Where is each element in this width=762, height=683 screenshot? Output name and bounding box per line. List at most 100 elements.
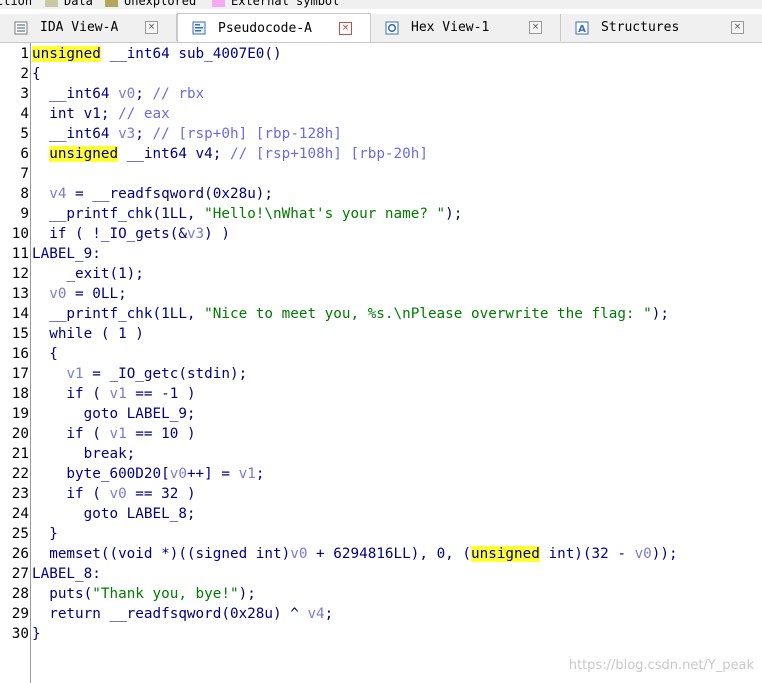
tab-hex-view-1[interactable]: Hex View-1 × — [371, 14, 561, 41]
code-line[interactable]: 8 v4 = __readfsqword(0x28u); — [0, 184, 762, 204]
code-text[interactable]: LABEL_8: — [32, 564, 101, 584]
code-line[interactable]: 21 break; — [0, 444, 762, 464]
comment[interactable]: // [rsp+0h] [rbp-128h] — [153, 126, 342, 142]
code-token[interactable]: if ( — [32, 426, 109, 442]
code-text[interactable]: return __readfsqword(0x28u) ^ v4; — [32, 604, 333, 624]
string-literal[interactable]: "Thank you, bye!" — [92, 586, 238, 602]
code-line[interactable]: 26 memset((void *)((signed int)v0 + 6294… — [0, 544, 762, 564]
code-token[interactable]: if ( !_IO_gets(& — [32, 226, 187, 242]
code-text[interactable]: { — [32, 64, 41, 84]
code-line[interactable]: 27 LABEL_8: — [0, 564, 762, 584]
code-token[interactable]: } — [32, 626, 41, 642]
variable-token[interactable]: v0 — [49, 286, 66, 302]
code-token[interactable]: ; — [325, 606, 334, 622]
code-line[interactable]: 18 if ( v1 == -1 ) — [0, 384, 762, 404]
code-line[interactable]: 29 return __readfsqword(0x28u) ^ v4; — [0, 604, 762, 624]
variable-token[interactable]: v1 — [109, 426, 126, 442]
code-text[interactable]: unsigned __int64 v4; // [rsp+108h] [rbp-… — [32, 144, 428, 164]
code-token[interactable]: memset((void *)((signed int) — [32, 546, 290, 562]
code-text[interactable]: } — [32, 524, 58, 544]
close-icon[interactable]: × — [731, 21, 744, 34]
code-line[interactable]: 9 __printf_chk(1LL, "Hello!\nWhat's your… — [0, 204, 762, 224]
code-text[interactable]: __printf_chk(1LL, "Hello!\nWhat's your n… — [32, 204, 462, 224]
code-text[interactable]: goto LABEL_8; — [32, 504, 196, 524]
code-token[interactable]: ; — [256, 466, 265, 482]
code-token[interactable]: ); — [652, 306, 669, 322]
code-line[interactable]: 30} — [0, 624, 762, 644]
code-text[interactable]: unsigned __int64 sub_4007E0() — [32, 44, 282, 64]
code-token[interactable]: LABEL_8: — [32, 566, 101, 582]
close-icon[interactable]: × — [529, 21, 542, 34]
code-text[interactable]: while ( 1 ) — [32, 324, 144, 344]
code-token[interactable]: == 32 ) — [127, 486, 195, 502]
code-line[interactable]: 24 goto LABEL_8; — [0, 504, 762, 524]
code-token[interactable]: int v1; — [32, 106, 118, 122]
code-text[interactable]: v4 = __readfsqword(0x28u); — [32, 184, 273, 204]
code-line[interactable]: 7 — [0, 164, 762, 184]
code-text[interactable]: break; — [32, 444, 136, 464]
variable-token[interactable]: v0 — [109, 486, 126, 502]
variable-token[interactable]: v1 — [109, 386, 126, 402]
code-text[interactable]: byte_600D20[v0++] = v1; — [32, 464, 264, 484]
code-token[interactable]: break; — [32, 446, 136, 462]
code-text[interactable]: int v1; // eax — [32, 104, 170, 124]
code-text[interactable]: { — [32, 344, 58, 364]
code-line[interactable]: 23 if ( v0 == 32 ) — [0, 484, 762, 504]
code-token[interactable]: ); — [239, 586, 256, 602]
code-token[interactable] — [32, 366, 66, 382]
code-line[interactable]: 15 while ( 1 ) — [0, 324, 762, 344]
code-token[interactable] — [32, 186, 49, 202]
code-text[interactable]: if ( v1 == -1 ) — [32, 384, 195, 404]
comment[interactable]: // rbx — [153, 86, 205, 102]
code-text[interactable]: __printf_chk(1LL, "Nice to meet you, %s.… — [32, 304, 669, 324]
tab-ida-view-a[interactable]: IDA View-A × — [0, 14, 177, 41]
code-token[interactable]: == -1 ) — [127, 386, 195, 402]
code-text[interactable]: if ( v1 == 10 ) — [32, 424, 195, 444]
pseudocode-editor[interactable]: 1 unsigned __int64 sub_4007E0() 2{3 __int6… — [0, 43, 762, 683]
code-line[interactable]: 5 __int64 v3; // [rsp+0h] [rbp-128h] — [0, 124, 762, 144]
code-token[interactable]: ++] = — [187, 466, 239, 482]
code-token[interactable]: byte_600D20[ — [32, 466, 169, 482]
variable-token[interactable]: v1 — [66, 366, 83, 382]
code-line[interactable]: 2{ — [0, 64, 762, 84]
code-token[interactable]: = 0LL; — [66, 286, 127, 302]
code-line[interactable]: 4 int v1; // eax — [0, 104, 762, 124]
code-text[interactable]: goto LABEL_9; — [32, 404, 196, 424]
string-literal[interactable]: "Nice to meet you, %s.\nPlease overwrite… — [204, 306, 652, 322]
code-line[interactable]: 25 } — [0, 524, 762, 544]
highlighted-keyword[interactable]: unsigned — [49, 146, 119, 162]
code-line[interactable]: 14 __printf_chk(1LL, "Nice to meet you, … — [0, 304, 762, 324]
code-token[interactable]: __int64 sub_4007E0() — [101, 46, 281, 62]
code-token[interactable]: __printf_chk(1LL, — [32, 206, 204, 222]
code-line[interactable]: 3 __int64 v0; // rbx — [0, 84, 762, 104]
code-token[interactable]: ; — [135, 86, 152, 102]
code-token[interactable]: = _IO_getc(stdin); — [84, 366, 247, 382]
code-line[interactable]: 11 LABEL_9: — [0, 244, 762, 264]
code-text[interactable]: __int64 v0; // rbx — [32, 84, 204, 104]
code-token[interactable]: LABEL_9: — [32, 246, 101, 262]
variable-token[interactable]: v3 — [118, 126, 135, 142]
code-token[interactable] — [32, 286, 49, 302]
code-token[interactable]: ; — [135, 126, 152, 142]
string-literal[interactable]: "Hello!\nWhat's your name? " — [204, 206, 445, 222]
code-line[interactable]: 13 v0 = 0LL; — [0, 284, 762, 304]
code-text[interactable]: LABEL_9: — [32, 244, 101, 264]
code-line[interactable]: 1 unsigned __int64 sub_4007E0() — [0, 44, 762, 64]
code-line[interactable]: 6 unsigned __int64 v4; // [rsp+108h] [rb… — [0, 144, 762, 164]
variable-token[interactable]: v0 — [635, 546, 652, 562]
variable-token[interactable]: v4 — [307, 606, 324, 622]
variable-token[interactable]: v3 — [187, 226, 204, 242]
code-token[interactable]: } — [32, 526, 58, 542]
code-token[interactable]: = __readfsqword(0x28u); — [66, 186, 273, 202]
code-token[interactable]: { — [32, 66, 41, 82]
highlighted-keyword[interactable]: unsigned — [32, 46, 101, 62]
code-line[interactable]: 20 if ( v1 == 10 ) — [0, 424, 762, 444]
code-token[interactable] — [32, 146, 49, 162]
code-line[interactable]: 10 if ( !_IO_gets(&v3) ) — [0, 224, 762, 244]
code-token[interactable]: goto LABEL_9; — [32, 406, 196, 422]
variable-token[interactable]: v0 — [290, 546, 307, 562]
code-line[interactable]: 16 { — [0, 344, 762, 364]
code-token[interactable]: { — [32, 346, 58, 362]
tab-pseudocode-a[interactable]: Pseudocode-A × — [177, 13, 371, 42]
variable-token[interactable]: v0 — [170, 466, 187, 482]
